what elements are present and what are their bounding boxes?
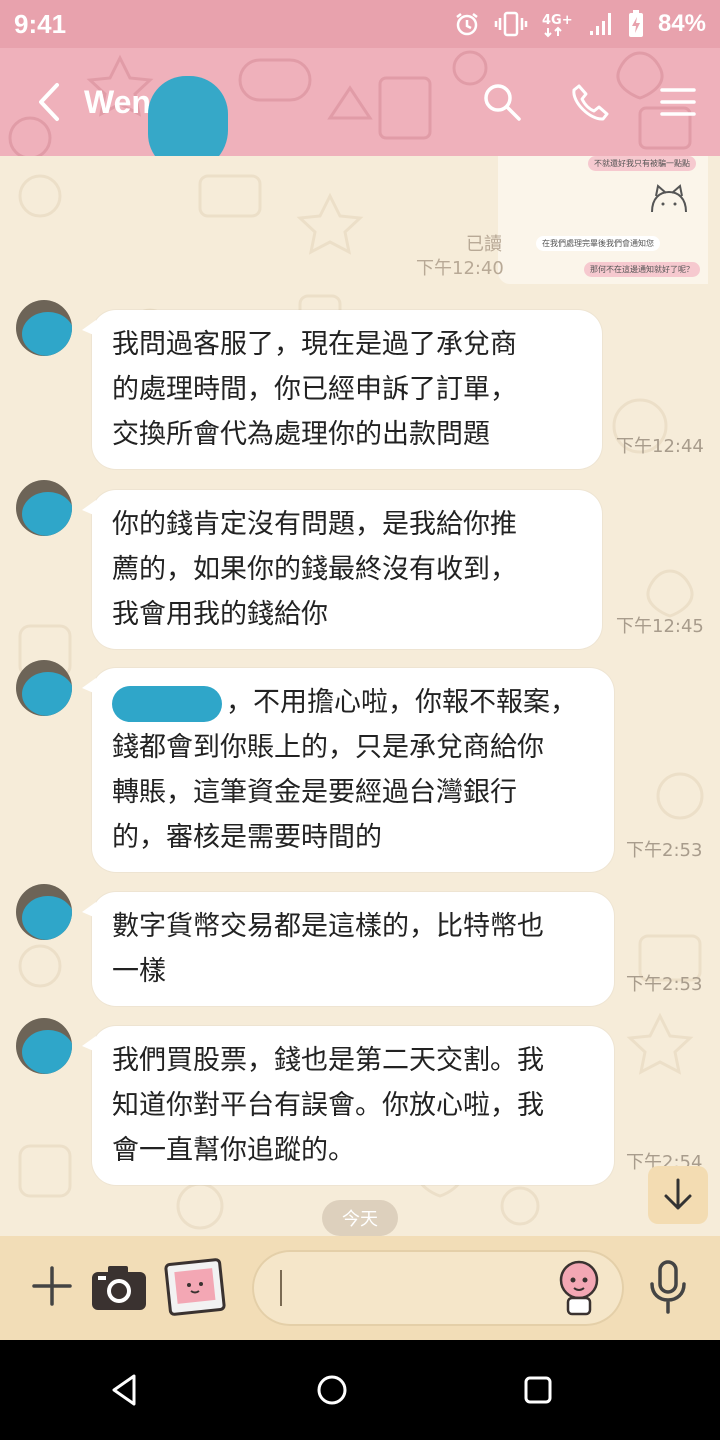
message-line: 交換所會代為處理你的出款問題 [112,419,490,450]
message-bubble[interactable]: 你的錢肯定沒有問題，是我給你推 薦的，如果你的錢最終沒有收到， 我會用我的錢給你 [82,490,602,649]
back-triangle-icon [112,1374,136,1406]
avatar[interactable] [16,884,72,940]
search-icon [484,84,521,121]
thumbnail-text: 在我們處理完畢後我們會通知您 [536,236,660,251]
message-line: 錢都會到你賬上的，只是承兌商給你 [112,732,544,763]
alarm-icon [454,11,480,37]
message-line: 轉賬，這筆資金是要經過台灣銀行 [112,777,517,808]
message-bubble[interactable]: 我問過客服了，現在是過了承兌商 的處理時間，你已經申訴了訂單， 交換所會代為處理… [82,310,602,469]
message-line: 的處理時間，你已經申訴了訂單， [112,374,517,405]
contact-name[interactable]: Wen [84,84,151,121]
add-button[interactable] [30,1264,74,1308]
menu-icon [660,88,696,116]
avatar[interactable] [16,1018,72,1074]
avatar[interactable] [16,480,72,536]
menu-button[interactable] [654,78,702,126]
status-icons: 4G+ 84% [454,10,706,38]
chevron-left-icon [39,83,59,121]
cat-sticker-icon [651,184,687,213]
message-time: 下午12:45 [616,616,704,637]
nav-back-button[interactable] [104,1368,148,1412]
voice-button[interactable] [648,1260,688,1316]
message-time: 下午2:53 [626,840,703,861]
message-line: 我們買股票，錢也是第二天交割。我 [112,1045,544,1076]
date-divider: 今天 [322,1200,398,1236]
plus-icon [32,1266,72,1306]
message-bubble[interactable]: 我們買股票，錢也是第二天交割。我 知道你對平台有誤會。你放心啦，我 會一直幫你追… [82,1026,614,1185]
image-button[interactable] [164,1258,226,1316]
vibrate-icon [494,11,528,37]
sent-image-thumbnail[interactable]: 不就還好我只有被騙一點點 在我們處理完畢後我們會通知您 那何不在這邊通知就好了呢… [498,156,708,284]
camera-icon [92,1266,146,1310]
message-line: 的，審核是需要時間的 [112,822,382,853]
system-nav-bar [0,1340,720,1440]
message-line: 一樣 [112,956,166,987]
nav-recents-button[interactable] [516,1368,560,1412]
chat-header: Wen [0,48,720,156]
battery-icon [628,10,644,38]
message-line: 知道你對平台有誤會。你放心啦，我 [112,1090,544,1121]
message-time: 下午2:53 [626,974,703,995]
message-line: 數字貨幣交易都是這樣的，比特幣也 [112,911,544,942]
chat-area[interactable]: 不就還好我只有被騙一點點 在我們處理完畢後我們會通知您 那何不在這邊通知就好了呢… [0,156,720,1236]
message-input[interactable] [252,1250,624,1326]
network-type-icon: 4G+ [542,10,574,38]
sent-time: 下午12:40 [416,258,504,279]
svg-text:4G+: 4G+ [542,13,573,28]
avatar[interactable] [16,300,72,356]
message-line: 你的錢肯定沒有問題，是我給你推 [112,509,517,540]
signal-icon [588,11,614,37]
scroll-to-bottom-button[interactable] [648,1166,708,1224]
battery-percent: 84% [657,10,706,37]
avatar[interactable] [16,660,72,716]
thumbnail-text: 不就還好我只有被騙一點點 [588,156,696,171]
home-circle-icon [317,1375,347,1405]
phone-icon [572,84,609,121]
microphone-icon [650,1260,686,1314]
message-line: 薦的，如果你的錢最終沒有收到， [112,554,517,585]
status-bar: 9:41 4G+ 84% [0,0,720,48]
status-time: 9:41 [14,8,67,39]
text-cursor [280,1270,282,1306]
message-input-bar [0,1236,720,1340]
read-receipt: 已讀 [466,234,502,255]
message-bubble[interactable]: 數字貨幣交易都是這樣的，比特幣也 一樣 [82,892,614,1006]
recents-square-icon [524,1376,552,1404]
thumbnail-text: 那何不在這邊通知就好了呢？ [584,262,700,277]
sticker-button[interactable] [556,1258,602,1316]
redacted-name-overlay [112,685,222,722]
message-line: ，不用擔心啦，你報不報案， [112,680,594,725]
arrow-down-icon [664,1178,692,1210]
message-bubble[interactable]: ，不用擔心啦，你報不報案， 錢都會到你賬上的，只是承兌商給你 轉賬，這筆資金是要… [82,668,614,872]
message-line: 我會用我的錢給你 [112,599,328,630]
message-time: 下午12:44 [616,436,704,457]
redacted-name-overlay [148,76,228,156]
message-line: 會一直幫你追蹤的。 [112,1135,355,1166]
message-line: 我問過客服了，現在是過了承兌商 [112,329,517,360]
call-button[interactable] [566,78,614,126]
search-button[interactable] [478,78,526,126]
back-button[interactable] [14,48,84,156]
camera-button[interactable] [90,1262,148,1312]
photo-icon [164,1258,226,1316]
nav-home-button[interactable] [310,1368,354,1412]
sticker-icon [559,1260,599,1316]
